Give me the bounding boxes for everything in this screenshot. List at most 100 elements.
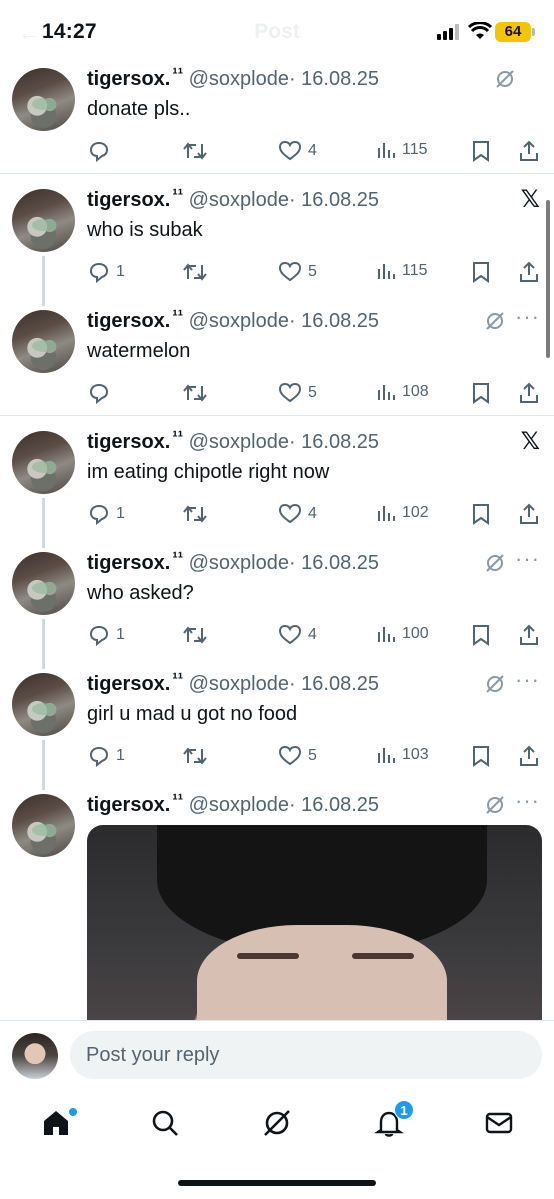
x-logo-icon[interactable]: 𝕏 xyxy=(521,185,540,214)
bookmark-button[interactable] xyxy=(471,140,491,162)
grok-icon[interactable] xyxy=(494,68,516,90)
tweet[interactable]: tigersox. ¹¹ @soxplode· 16.08.25 𝕏 who is… xyxy=(0,181,554,302)
views-button[interactable]: 108 xyxy=(376,382,429,402)
name-badge: ¹¹ xyxy=(172,308,184,325)
grok-icon[interactable] xyxy=(484,552,506,574)
views-button[interactable]: 115 xyxy=(376,261,428,281)
tab-home[interactable] xyxy=(39,1106,77,1140)
scrollbar[interactable] xyxy=(546,200,550,358)
display-name[interactable]: tigersox. xyxy=(87,673,170,695)
tweet[interactable]: tigersox. ¹¹ @soxplode· 16.08.25 ··· wate… xyxy=(0,302,554,423)
like-button[interactable]: 5 xyxy=(278,745,317,767)
tab-grok[interactable] xyxy=(260,1106,294,1140)
like-button[interactable]: 4 xyxy=(278,503,317,525)
display-name[interactable]: tigersox. xyxy=(87,794,170,816)
retweet-button[interactable] xyxy=(182,140,208,162)
bookmark-button[interactable] xyxy=(471,261,491,283)
retweet-button[interactable] xyxy=(182,745,208,767)
like-count: 5 xyxy=(308,384,317,401)
tweet-media-image[interactable] xyxy=(87,825,542,1020)
reply-button[interactable]: 1 xyxy=(88,745,125,767)
handle[interactable]: @soxplode xyxy=(189,431,289,453)
like-button[interactable]: 4 xyxy=(278,140,317,162)
handle[interactable]: @soxplode xyxy=(189,68,289,90)
heart-icon xyxy=(278,624,302,645)
grok-icon[interactable] xyxy=(484,310,506,332)
reply-button[interactable] xyxy=(88,140,116,162)
avatar[interactable] xyxy=(12,68,75,131)
avatar[interactable] xyxy=(12,431,75,494)
share-icon xyxy=(520,261,538,282)
views-button[interactable]: 100 xyxy=(376,624,429,644)
display-name[interactable]: tigersox. xyxy=(87,310,170,332)
reply-button[interactable] xyxy=(88,382,116,404)
share-button[interactable] xyxy=(518,745,540,767)
avatar[interactable] xyxy=(12,310,75,373)
tweet[interactable]: tigersox. ¹¹ @soxplode· 16.08.25 𝕏 im eat… xyxy=(0,423,554,544)
retweet-button[interactable] xyxy=(182,261,208,283)
grok-icon xyxy=(264,1110,290,1136)
views-button[interactable]: 103 xyxy=(376,745,429,765)
share-button[interactable] xyxy=(518,624,540,646)
tweet[interactable]: tigersox. ¹¹ @soxplode· 16.08.25 ··· xyxy=(0,786,554,857)
tweet[interactable]: tigersox. ¹¹ @soxplode· 16.08.25 donate p… xyxy=(0,60,554,181)
retweet-button[interactable] xyxy=(182,624,208,646)
views-button[interactable]: 115 xyxy=(376,140,428,160)
avatar[interactable] xyxy=(12,189,75,252)
more-icon[interactable]: ··· xyxy=(515,788,540,814)
handle[interactable]: @soxplode xyxy=(189,794,289,816)
bookmark-button[interactable] xyxy=(471,624,491,646)
display-name[interactable]: tigersox. xyxy=(87,68,170,90)
my-avatar[interactable] xyxy=(12,1033,58,1079)
bookmark-icon xyxy=(473,504,489,525)
reply-button[interactable]: 1 xyxy=(88,503,125,525)
tweet-header: tigersox. ¹¹ @soxplode· 16.08.25 xyxy=(87,429,379,454)
like-button[interactable]: 4 xyxy=(278,624,317,646)
handle[interactable]: @soxplode xyxy=(189,310,289,332)
avatar[interactable] xyxy=(12,673,75,736)
retweet-icon xyxy=(183,142,207,160)
reply-button[interactable]: 1 xyxy=(88,624,125,646)
bookmark-button[interactable] xyxy=(471,382,491,404)
share-button[interactable] xyxy=(518,503,540,525)
tweet[interactable]: tigersox. ¹¹ @soxplode· 16.08.25 ··· girl… xyxy=(0,665,554,786)
display-name[interactable]: tigersox. xyxy=(87,189,170,211)
tweet-text: girl u mad u got no food xyxy=(87,703,298,725)
views-button[interactable]: 102 xyxy=(376,503,429,523)
x-logo-icon[interactable]: 𝕏 xyxy=(521,427,540,456)
bookmark-button[interactable] xyxy=(471,503,491,525)
tweet-text: who is subak xyxy=(87,219,203,241)
tab-search[interactable] xyxy=(148,1106,182,1140)
reply-input[interactable] xyxy=(70,1031,542,1079)
display-name[interactable]: tigersox. xyxy=(87,431,170,453)
reply-icon xyxy=(89,383,109,404)
grok-icon[interactable] xyxy=(484,794,506,816)
grok-icon[interactable] xyxy=(484,673,506,695)
handle[interactable]: @soxplode xyxy=(189,189,289,211)
bookmark-button[interactable] xyxy=(471,745,491,767)
timestamp: · 16.08.25 xyxy=(288,794,380,816)
more-icon[interactable]: ··· xyxy=(515,546,540,572)
home-indicator[interactable] xyxy=(178,1180,376,1186)
avatar[interactable] xyxy=(12,794,75,857)
wifi-icon xyxy=(468,22,492,39)
share-button[interactable] xyxy=(518,382,540,404)
share-button[interactable] xyxy=(518,261,540,283)
retweet-button[interactable] xyxy=(182,503,208,525)
like-button[interactable]: 5 xyxy=(278,382,317,404)
handle[interactable]: @soxplode xyxy=(189,673,289,695)
tweet[interactable]: tigersox. ¹¹ @soxplode· 16.08.25 ··· who … xyxy=(0,544,554,665)
tab-messages[interactable] xyxy=(482,1106,516,1140)
tab-notifications[interactable]: 1 xyxy=(372,1100,414,1140)
display-name[interactable]: tigersox. xyxy=(87,552,170,574)
avatar[interactable] xyxy=(12,552,75,615)
like-button[interactable]: 5 xyxy=(278,261,317,283)
tweet-header: tigersox. ¹¹ @soxplode· 16.08.25 xyxy=(87,792,380,817)
retweet-button[interactable] xyxy=(182,382,208,404)
more-icon[interactable]: ··· xyxy=(515,304,540,330)
more-icon[interactable]: ··· xyxy=(515,667,540,693)
tweet-actions: 1 5 103 xyxy=(0,745,554,769)
handle[interactable]: @soxplode xyxy=(189,552,289,574)
share-button[interactable] xyxy=(518,140,540,162)
reply-button[interactable]: 1 xyxy=(88,261,125,283)
